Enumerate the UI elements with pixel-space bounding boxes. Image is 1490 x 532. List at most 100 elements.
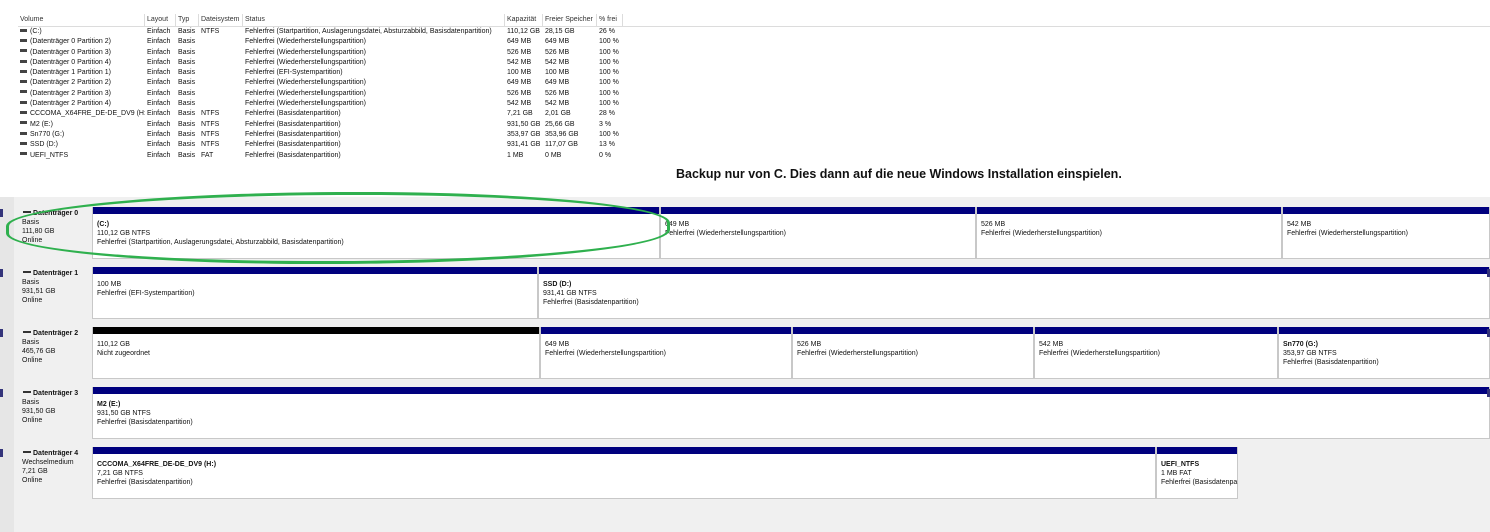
cell-status: Fehlerfrei (Basisdatenpartition) bbox=[245, 110, 341, 118]
partition-block[interactable]: Sn770 (G:) 353,97 GB NTFS Fehlerfrei (Basi… bbox=[1278, 327, 1490, 379]
cell-status: Fehlerfrei (Basisdatenpartition) bbox=[245, 151, 341, 159]
partition-block[interactable]: M2 (E:) 931,50 GB NTFS Fehlerfrei (Basisda… bbox=[92, 387, 1490, 439]
cell-percent-free: 100 % bbox=[599, 58, 619, 66]
partition-status: Nicht zugeordnet bbox=[97, 350, 150, 357]
cell-capacity: 542 MB bbox=[507, 58, 532, 66]
cell-free-space: 649 MB bbox=[545, 79, 570, 87]
cell-status: Fehlerfrei (Basisdatenpartition) bbox=[245, 141, 341, 149]
column-header-percent-free[interactable]: % frei bbox=[597, 14, 623, 26]
cell-volume-name: UEFI_NTFS bbox=[18, 151, 145, 161]
column-header-free-space[interactable]: Freier Speicher bbox=[543, 14, 597, 26]
volume-icon bbox=[20, 131, 27, 135]
cell-layout: Einfach bbox=[147, 48, 171, 56]
volume-icon bbox=[20, 28, 27, 32]
table-row[interactable]: (Datenträger 2 Partition 4) Einfach Basis F… bbox=[18, 99, 1490, 109]
partition-name: CCCOMA_X64FRE_DE-DE_DV9 (H:) bbox=[97, 461, 217, 468]
partition-status: Fehlerfrei (EFI-Systempartition) bbox=[97, 290, 195, 297]
cell-capacity: 931,50 GB bbox=[507, 120, 541, 128]
partition-block[interactable]: 110,12 GB Nicht zugeordnet bbox=[92, 327, 540, 379]
table-row[interactable]: (Datenträger 0 Partition 3) Einfach Basis F… bbox=[18, 48, 1490, 58]
partition-block[interactable]: 526 MB Fehlerfrei (Wiederherstellungspart… bbox=[976, 207, 1282, 259]
disk-label[interactable]: Datenträger 1 Basis 931,51 GB Online bbox=[18, 257, 90, 313]
partition-block[interactable]: 100 MB Fehlerfrei (EFI-Systempartition) bbox=[92, 267, 538, 319]
volume-icon bbox=[20, 80, 27, 84]
table-row[interactable]: CCCOMA_X64FRE_DE-DE_DV9 (H:) Einfach Basis… bbox=[18, 109, 1490, 119]
partition-block[interactable]: 542 MB Fehlerfrei (Wiederherstellungspart… bbox=[1034, 327, 1278, 379]
volume-label: (Datenträger 0 Partition 2) bbox=[30, 38, 111, 46]
cell-type: Basis bbox=[178, 141, 196, 149]
cell-type: Basis bbox=[178, 58, 196, 66]
cell-layout: Einfach bbox=[147, 69, 171, 77]
table-row[interactable]: (C:) Einfach Basis NTFS Fehlerfrei (Startpar… bbox=[18, 27, 1490, 37]
cell-percent-free: 100 % bbox=[599, 89, 619, 97]
partition-bar bbox=[1157, 447, 1237, 454]
partition-block[interactable]: 542 MB Fehlerfrei (Wiederherstellungspart… bbox=[1282, 207, 1490, 259]
column-header-capacity[interactable]: Kapazität bbox=[505, 14, 543, 26]
cell-type: Basis bbox=[178, 110, 196, 118]
annotation-text: Backup nur von C. Dies dann auf die neue… bbox=[676, 167, 1122, 181]
partition-block[interactable]: SSD (D:) 931,41 GB NTFS Fehlerfrei (Basisd… bbox=[538, 267, 1490, 319]
partition-size: 649 MB bbox=[665, 221, 690, 228]
partition-name: UEFI_NTFS bbox=[1161, 461, 1200, 468]
column-header-type[interactable]: Typ bbox=[176, 14, 199, 26]
cell-filesystem: NTFS bbox=[201, 141, 220, 149]
partition-block[interactable]: UEFI_NTFS 1 MB FAT Fehlerfrei (Basisdatenp… bbox=[1156, 447, 1238, 499]
cell-percent-free: 28 % bbox=[599, 110, 615, 118]
disk-label[interactable]: Datenträger 2 Basis 465,76 GB Online bbox=[18, 317, 90, 373]
table-row[interactable]: (Datenträger 0 Partition 2) Einfach Basis F… bbox=[18, 37, 1490, 47]
cell-layout: Einfach bbox=[147, 141, 171, 149]
disk-type: Basis bbox=[22, 339, 40, 346]
column-header-volume[interactable]: Volume bbox=[18, 14, 145, 26]
cell-layout: Einfach bbox=[147, 110, 171, 118]
partition-block[interactable]: 649 MB Fehlerfrei (Wiederherstellungspart… bbox=[540, 327, 792, 379]
table-row[interactable]: (Datenträger 2 Partition 3) Einfach Basis F… bbox=[18, 89, 1490, 99]
table-row[interactable]: Sn770 (G:) Einfach Basis NTFS Fehlerfrei (Ba… bbox=[18, 130, 1490, 140]
cell-type: Basis bbox=[178, 38, 196, 46]
cell-status: Fehlerfrei (Wiederherstellungspartition) bbox=[245, 79, 366, 87]
partition-block[interactable]: 649 MB Fehlerfrei (Wiederherstellungspart… bbox=[660, 207, 976, 259]
volume-icon bbox=[20, 141, 27, 145]
cell-type: Basis bbox=[178, 48, 196, 56]
table-row[interactable]: M2 (E:) Einfach Basis NTFS Fehlerfrei (Basis… bbox=[18, 120, 1490, 130]
cell-percent-free: 13 % bbox=[599, 141, 615, 149]
disk-type: Wechselmedium bbox=[22, 459, 74, 466]
cell-type: Basis bbox=[178, 120, 196, 128]
disk-label[interactable]: Datenträger 3 Basis 931,50 GB Online bbox=[18, 377, 90, 433]
cell-percent-free: 100 % bbox=[599, 79, 619, 87]
cell-layout: Einfach bbox=[147, 100, 171, 108]
partition-status: Fehlerfrei (Wiederherstellungspartition) bbox=[797, 350, 918, 357]
partition-name: SSD (D:) bbox=[543, 281, 572, 288]
partition-block[interactable]: CCCOMA_X64FRE_DE-DE_DV9 (H:) 7,21 GB NTFS… bbox=[92, 447, 1156, 499]
left-edge-marker bbox=[0, 209, 3, 217]
table-row[interactable]: UEFI_NTFS Einfach Basis FAT Fehlerfrei (Basi… bbox=[18, 151, 1490, 161]
cell-volume-name: (Datenträger 1 Partition 1) bbox=[18, 68, 145, 78]
partition-info: 649 MB Fehlerfrei (Wiederherstellungspart… bbox=[665, 220, 786, 238]
partition-block[interactable]: 526 MB Fehlerfrei (Wiederherstellungspart… bbox=[792, 327, 1034, 379]
column-header-layout[interactable]: Layout bbox=[145, 14, 176, 26]
cell-percent-free: 100 % bbox=[599, 38, 619, 46]
cell-type: Basis bbox=[178, 130, 196, 138]
left-edge-marker bbox=[0, 389, 3, 397]
partition-info: 526 MB Fehlerfrei (Wiederherstellungspart… bbox=[797, 340, 918, 358]
cell-capacity: 1 MB bbox=[507, 151, 524, 159]
volume-list-header: Volume Layout Typ Dateisystem Status Kap… bbox=[18, 14, 1490, 27]
cell-status: Fehlerfrei (EFI-Systempartition) bbox=[245, 69, 343, 77]
volume-label: CCCOMA_X64FRE_DE-DE_DV9 (H:) bbox=[30, 110, 145, 118]
column-header-filesystem[interactable]: Dateisystem bbox=[199, 14, 243, 26]
partition-info: 542 MB Fehlerfrei (Wiederherstellungspart… bbox=[1039, 340, 1160, 358]
left-edge-marker bbox=[0, 329, 3, 337]
table-row[interactable]: SSD (D:) Einfach Basis NTFS Fehlerfrei (Basi… bbox=[18, 140, 1490, 150]
partition-size: 542 MB bbox=[1287, 221, 1312, 228]
column-header-status[interactable]: Status bbox=[243, 14, 505, 26]
volume-icon bbox=[20, 90, 27, 94]
cell-percent-free: 100 % bbox=[599, 48, 619, 56]
disk-row: Datenträger 2 Basis 465,76 GB Online 110,12 … bbox=[18, 317, 1490, 379]
disk-label[interactable]: Datenträger 4 Wechselmedium 7,21 GB Online bbox=[18, 437, 90, 493]
table-row[interactable]: (Datenträger 2 Partition 2) Einfach Basis F… bbox=[18, 78, 1490, 88]
cell-free-space: 28,15 GB bbox=[545, 28, 575, 35]
table-row[interactable]: (Datenträger 0 Partition 4) Einfach Basis F… bbox=[18, 58, 1490, 68]
table-row[interactable]: (Datenträger 1 Partition 1) Einfach Basis F… bbox=[18, 68, 1490, 78]
partition-size: 542 MB bbox=[1039, 341, 1064, 348]
partition-size: 353,97 GB NTFS bbox=[1283, 350, 1337, 357]
left-panel-edge bbox=[0, 197, 14, 532]
